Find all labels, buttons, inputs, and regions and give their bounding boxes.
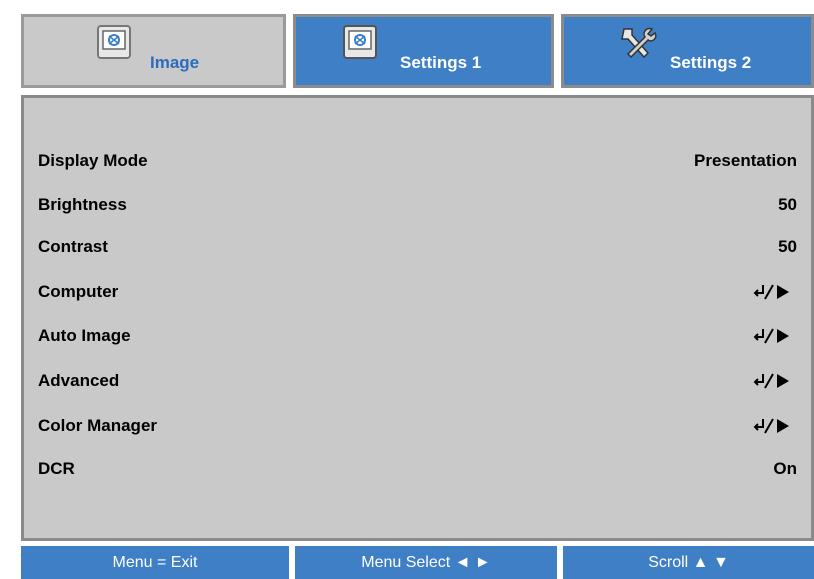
menu-item-auto-image[interactable]: Auto Image (38, 321, 797, 351)
enter-arrow-icon (753, 373, 789, 389)
image-icon (343, 25, 377, 59)
footer-select-hint: Menu Select ◄ ► (295, 546, 557, 579)
menu-item-value: 50 (778, 195, 797, 214)
menu-item-value: On (773, 459, 797, 478)
footer-help-bar: Menu = Exit Menu Select ◄ ► Scroll ▲ ▼ (21, 546, 814, 579)
menu-item-contrast[interactable]: Contrast 50 (38, 232, 797, 262)
menu-item-label: Computer (38, 282, 119, 301)
menu-item-label: Brightness (38, 195, 127, 214)
menu-item-label: Contrast (38, 237, 108, 256)
tab-settings-2-label: Settings 2 (670, 53, 752, 72)
tab-image[interactable]: Image (21, 14, 286, 88)
menu-item-label: Color Manager (38, 416, 158, 435)
tools-icon (621, 27, 657, 59)
footer-scroll-hint: Scroll ▲ ▼ (563, 546, 814, 579)
menu-item-value: Presentation (694, 151, 797, 170)
menu-panel: Display Mode Presentation Brightness 50 … (21, 95, 814, 541)
menu-item-brightness[interactable]: Brightness 50 (38, 190, 797, 220)
enter-arrow-icon (753, 418, 789, 434)
tab-settings-1-label: Settings 1 (400, 53, 482, 72)
menu-item-label: Advanced (38, 371, 120, 390)
osd-menu: Image Settings 1 Settings 2 Display Mode… (11, 10, 814, 579)
menu-item-label: DCR (38, 459, 75, 478)
menu-item-computer[interactable]: Computer (38, 277, 797, 307)
menu-item-label: Display Mode (38, 151, 148, 170)
enter-arrow-icon (753, 284, 789, 300)
menu-item-dcr[interactable]: DCR On (38, 454, 797, 484)
image-icon (97, 25, 131, 59)
enter-arrow-icon (753, 328, 789, 344)
footer-exit-hint: Menu = Exit (21, 546, 289, 579)
menu-item-color-manager[interactable]: Color Manager (38, 411, 797, 441)
tab-settings-1[interactable]: Settings 1 (293, 14, 554, 88)
menu-item-display-mode[interactable]: Display Mode Presentation (38, 146, 797, 176)
menu-item-advanced[interactable]: Advanced (38, 366, 797, 396)
menu-item-value: 50 (778, 237, 797, 256)
menu-item-label: Auto Image (38, 326, 131, 345)
tab-image-label: Image (150, 53, 200, 72)
tab-settings-2[interactable]: Settings 2 (561, 14, 814, 88)
